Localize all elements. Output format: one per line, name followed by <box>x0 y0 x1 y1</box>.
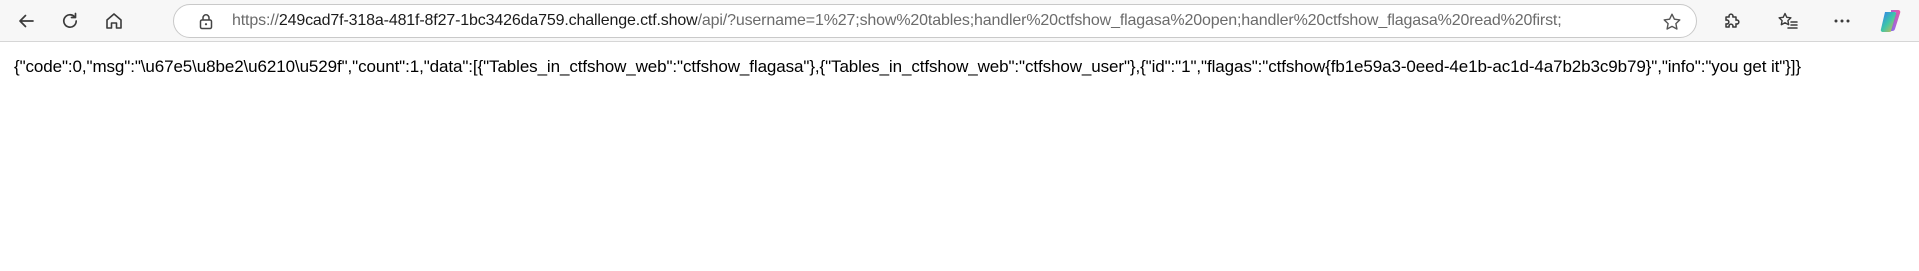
home-button[interactable] <box>98 5 130 37</box>
copilot-icon <box>1878 10 1906 39</box>
url-text[interactable]: https://249cad7f-318a-481f-8f27-1bc3426d… <box>232 5 1622 37</box>
lock-icon[interactable] <box>198 13 214 35</box>
favorites-button[interactable] <box>1772 5 1804 37</box>
more-dots-icon <box>1832 11 1852 31</box>
star-icon[interactable] <box>1662 12 1682 37</box>
json-response-text: {"code":0,"msg":"\u67e5\u8be2\u6210\u529… <box>14 57 1801 76</box>
back-button[interactable] <box>10 5 42 37</box>
url-scheme: https:// <box>232 12 279 29</box>
puzzle-icon <box>1722 11 1742 31</box>
url-path: /api/?username=1%27;show%20tables;handle… <box>697 12 1562 29</box>
url-host: 249cad7f-318a-481f-8f27-1bc3426da759.cha… <box>278 12 698 29</box>
favorites-list-icon <box>1777 11 1799 31</box>
back-arrow-icon <box>16 11 36 31</box>
home-icon <box>104 11 124 31</box>
reload-icon <box>60 11 80 31</box>
copilot-button[interactable] <box>1878 7 1906 35</box>
reload-button[interactable] <box>54 5 86 37</box>
extensions-button[interactable] <box>1716 5 1748 37</box>
menu-button[interactable] <box>1826 5 1858 37</box>
address-bar[interactable]: https://249cad7f-318a-481f-8f27-1bc3426d… <box>173 4 1697 38</box>
browser-toolbar: https://249cad7f-318a-481f-8f27-1bc3426d… <box>0 0 1919 42</box>
